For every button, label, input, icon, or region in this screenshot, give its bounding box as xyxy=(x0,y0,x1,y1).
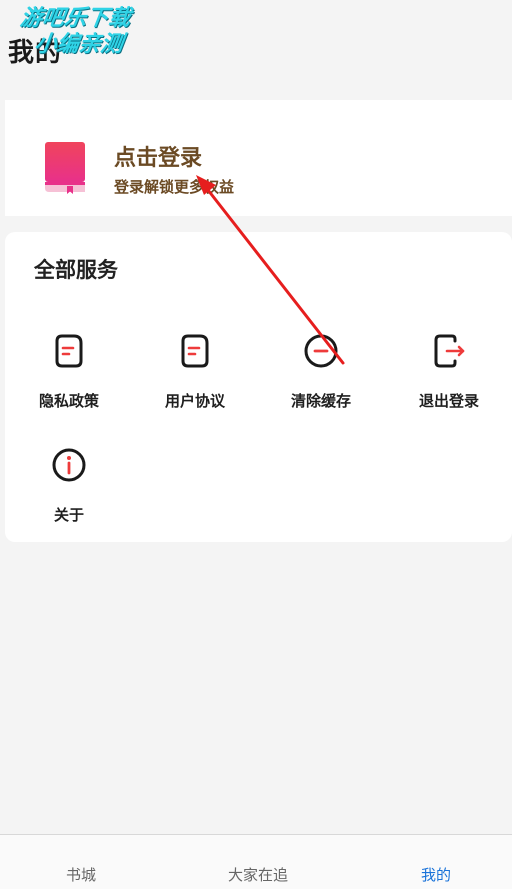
login-card[interactable]: 点击登录 登录解锁更多权益 xyxy=(5,100,512,216)
service-logout[interactable]: 退出登录 xyxy=(386,333,512,411)
logout-icon xyxy=(434,334,465,368)
watermark-line2: 小编亲测 xyxy=(32,32,125,57)
service-clear-cache[interactable]: 清除缓存 xyxy=(258,333,384,411)
services-card: 全部服务 隐私政策 用户协议 清除缓存 退出登录 关于 xyxy=(5,232,512,542)
service-user-agreement[interactable]: 用户协议 xyxy=(132,333,258,411)
service-privacy-policy[interactable]: 隐私政策 xyxy=(6,333,132,411)
watermark: 游吧乐下载 小编亲测 xyxy=(14,6,162,64)
login-subtitle: 登录解锁更多权益 xyxy=(114,178,235,196)
watermark-line1: 游吧乐下载 xyxy=(18,6,133,31)
service-label: 用户协议 xyxy=(164,392,225,410)
info-icon xyxy=(52,448,86,482)
tab-mine[interactable]: 我的 xyxy=(366,864,506,885)
tab-bookstore[interactable]: 书城 xyxy=(11,864,151,885)
login-title[interactable]: 点击登录 xyxy=(114,140,202,172)
book-icon xyxy=(45,142,85,194)
document-icon xyxy=(181,334,209,368)
tab-trending[interactable]: 大家在追 xyxy=(188,864,328,885)
service-about[interactable]: 关于 xyxy=(6,447,132,525)
service-label: 关于 xyxy=(53,506,84,524)
bottom-tab-bar: 书城 大家在追 我的 xyxy=(0,834,512,889)
services-title: 全部服务 xyxy=(34,258,118,282)
service-label: 清除缓存 xyxy=(290,392,351,410)
document-icon xyxy=(55,334,83,368)
service-label: 退出登录 xyxy=(418,392,479,410)
minus-circle-icon xyxy=(304,334,338,368)
service-label: 隐私政策 xyxy=(38,392,99,410)
